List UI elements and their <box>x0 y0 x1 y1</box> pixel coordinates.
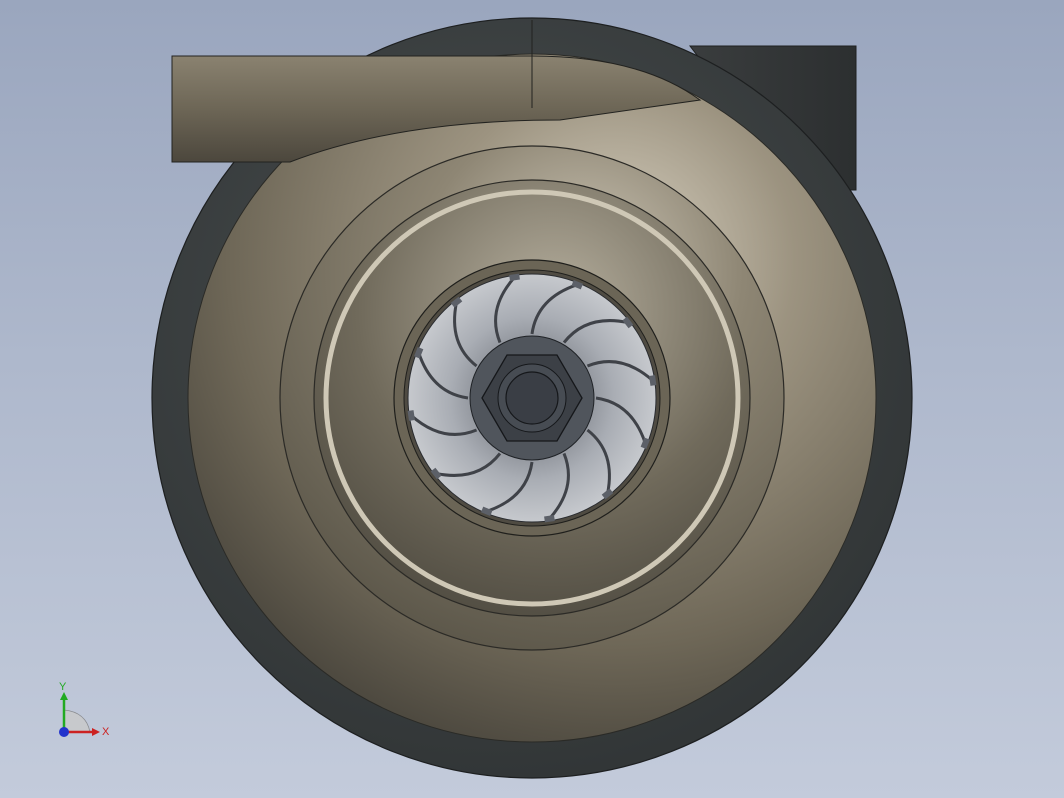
cad-viewport[interactable]: X Y <box>0 0 1064 798</box>
turbocharger-model[interactable] <box>0 0 1064 798</box>
shaft-end <box>505 371 559 425</box>
axis-triad: X Y <box>59 681 110 738</box>
x-axis-label: X <box>102 726 110 738</box>
y-axis-label: Y <box>59 681 67 693</box>
y-arrow-head <box>60 692 68 700</box>
x-arrow-head <box>92 728 100 736</box>
triad-plane-shadow <box>63 709 91 733</box>
z-axis-dot <box>59 727 69 737</box>
